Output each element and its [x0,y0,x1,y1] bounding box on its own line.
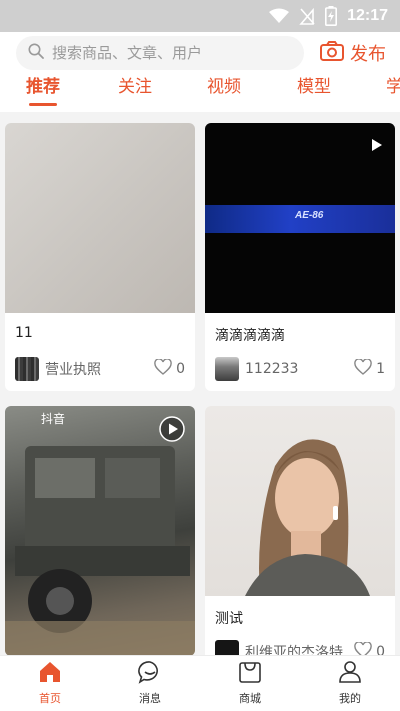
nav-label: 首页 [39,692,61,705]
heart-icon [354,641,372,655]
tab-recommend[interactable]: 推荐 [26,76,60,106]
post-card[interactable]: 11 营业执照 0 [5,123,195,391]
nav-label: 我的 [339,692,361,705]
search-input[interactable] [52,44,282,62]
video-play-icon [159,416,185,446]
post-image [205,406,395,596]
status-time: 12:17 [347,7,388,24]
header: 发布 推荐 关注 视频 模型 学 [0,32,400,112]
shop-bag-icon [238,662,262,688]
post-title: 11 [15,325,33,341]
publish-button[interactable]: 发布 [320,40,386,66]
nav-label: 消息 [139,692,161,705]
heart-icon [154,358,172,379]
wifi-icon [269,8,290,24]
avatar[interactable] [215,640,239,655]
status-bar: 12:17 [0,0,400,32]
category-tabs: 推荐 关注 视频 模型 学 [0,76,400,110]
bottom-navigation: 首页 消息 商城 我的 [0,655,400,711]
tab-study[interactable]: 学 [386,76,400,106]
nav-mall[interactable]: 商城 [210,660,290,708]
tab-label: 关注 [118,77,152,97]
video-watermark: 抖音 [41,412,66,426]
like-button[interactable]: 0 [154,358,185,379]
like-button[interactable]: 1 [354,358,385,379]
user-icon [338,661,362,688]
tab-video[interactable]: 视频 [207,76,241,106]
search-bar[interactable] [16,36,304,70]
tab-label: 模型 [297,77,331,97]
publish-label: 发布 [350,44,386,65]
post-title: 测试 [215,611,243,627]
tab-label: 视频 [207,77,241,97]
like-count: 0 [176,361,185,377]
post-title: 滴滴滴滴滴 [215,328,285,344]
no-signal-icon [299,7,315,25]
avatar[interactable] [215,357,239,381]
post-card[interactable]: 测试 利维亚的杰洛特 0 [205,406,395,655]
message-icon [138,661,162,688]
post-meta: 112233 1 [205,347,395,391]
nav-label: 商城 [239,692,261,705]
video-frame-text: AE-86 [295,210,324,221]
post-author[interactable]: 利维亚的杰洛特 [245,642,354,655]
nav-messages[interactable]: 消息 [110,660,190,708]
heart-icon [354,358,372,379]
tab-label: 推荐 [26,77,60,97]
post-meta: 营业执照 0 [5,347,195,391]
like-button[interactable]: 0 [354,641,385,655]
post-author[interactable]: 营业执照 [45,359,154,379]
post-video-thumbnail: 抖音 [5,406,195,655]
home-icon [38,662,62,688]
post-author[interactable]: 112233 [245,361,354,377]
post-video-thumbnail: AE-86 [205,123,395,313]
post-card[interactable]: 抖音 [5,406,195,655]
post-card[interactable]: AE-86 滴滴滴滴滴 112233 1 [205,123,395,391]
nav-home[interactable]: 首页 [10,660,90,708]
active-tab-indicator [29,103,57,106]
portrait-illustration [245,439,370,596]
like-count: 1 [376,361,385,377]
post-meta: 利维亚的杰洛特 0 [205,630,395,655]
search-icon [28,43,44,63]
tab-label: 学 [386,77,400,97]
like-count: 0 [376,644,385,655]
avatar[interactable] [15,357,39,381]
tab-follow[interactable]: 关注 [118,76,152,106]
content-feed[interactable]: 11 营业执照 0 AE-86 滴滴滴滴滴 112233 1 抖音 测试 利维亚… [0,112,400,655]
video-play-icon [371,137,383,156]
post-image [5,123,195,313]
battery-charging-icon [325,6,338,26]
nav-profile[interactable]: 我的 [310,660,390,708]
camera-icon [320,40,344,66]
tab-model[interactable]: 模型 [297,76,331,106]
